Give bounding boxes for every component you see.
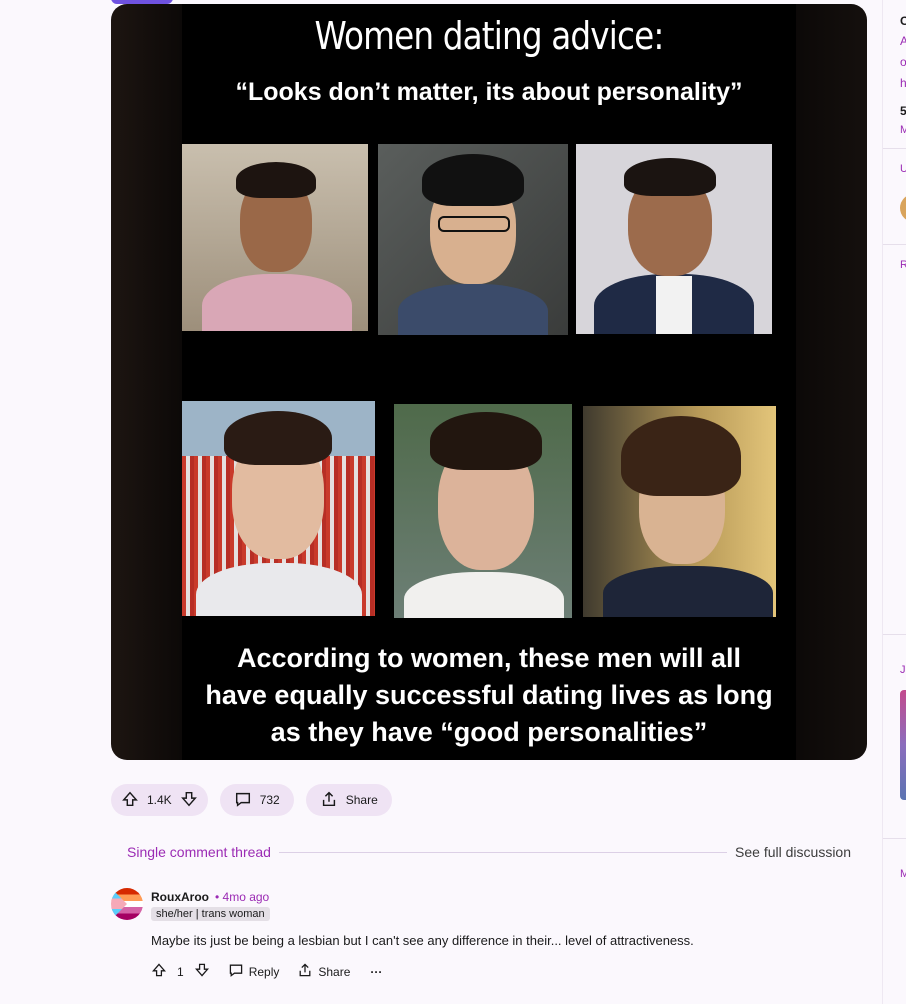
comment-thread-header: Single comment thread See full discussio… [127, 843, 851, 861]
sidebar-divider [883, 838, 906, 839]
meme-title: Women dating advice: [314, 14, 664, 58]
comment-header: RouxAroo • 4mo ago [151, 890, 269, 904]
comments-button[interactable]: 732 [219, 784, 294, 816]
sidebar-divider [883, 148, 906, 149]
avatar[interactable] [900, 194, 906, 222]
sidebar-divider [883, 634, 906, 635]
more-icon[interactable]: ··· [370, 965, 382, 979]
comment-body: Maybe its just be being a lesbian but I … [151, 933, 694, 948]
user-flair: she/her | trans woman [151, 907, 270, 921]
photo-man-5 [394, 404, 572, 618]
upvote-icon[interactable] [151, 962, 167, 981]
caption-line: as they have “good personalities” [270, 717, 708, 747]
downvote-icon[interactable] [194, 962, 210, 981]
photo-man-4 [182, 401, 375, 616]
reply-button[interactable]: Reply [228, 962, 280, 981]
share-icon [320, 790, 338, 811]
comment-score: 1 [177, 964, 184, 979]
sidebar-fragment: R [900, 259, 906, 271]
sidebar-fragment: M [900, 868, 906, 880]
right-sidebar: C A o h 5 M U R J M [882, 0, 906, 1004]
share-icon [297, 962, 313, 981]
upvote-icon[interactable] [121, 790, 139, 811]
photo-man-3 [576, 144, 772, 334]
comment-actions: 1 Reply Share ··· [151, 962, 382, 981]
sidebar-fragment: U [900, 163, 906, 175]
share-label: Share [345, 793, 378, 807]
sidebar-fragment: J [900, 664, 906, 676]
photo-man-1 [182, 144, 368, 331]
avatar[interactable] [111, 888, 143, 920]
post-action-bar: 1.4K 732 Share [111, 784, 392, 816]
comment-count: 732 [259, 793, 280, 807]
comment-time: • 4mo ago [215, 890, 270, 904]
main-content: Women dating advice: “Looks don’t matter… [0, 0, 880, 1004]
sidebar-fragment: C [900, 14, 906, 28]
meme-quote: “Looks don’t matter, its about personali… [235, 78, 743, 106]
sidebar-divider [883, 244, 906, 245]
single-thread-label: Single comment thread [127, 844, 271, 860]
sidebar-fragment: o [900, 55, 906, 69]
sidebar-fragment: A [900, 34, 906, 48]
comment-author[interactable]: RouxAroo [151, 890, 209, 904]
photo-man-2 [378, 144, 568, 335]
share-button[interactable]: Share [305, 784, 392, 816]
downvote-icon[interactable] [180, 790, 198, 811]
reply-label: Reply [248, 964, 280, 979]
comment-icon [228, 962, 244, 981]
sidebar-thumbnail[interactable] [900, 690, 906, 800]
sidebar-fragment: M [900, 124, 906, 136]
vote-pill: 1.4K [111, 784, 208, 816]
sidebar-fragment: 5 [900, 104, 906, 118]
meme-image: Women dating advice: “Looks don’t matter… [182, 4, 796, 760]
comment-icon [234, 790, 252, 811]
comment-share-button[interactable]: Share [297, 962, 350, 981]
vote-count: 1.4K [147, 793, 172, 807]
caption-line: have equally successful dating lives as … [205, 680, 773, 710]
photo-man-6 [583, 406, 776, 617]
divider [278, 851, 728, 853]
see-full-discussion-link[interactable]: See full discussion [735, 844, 851, 860]
post-image[interactable]: Women dating advice: “Looks don’t matter… [111, 4, 867, 760]
meme-caption: According to women, these men will all h… [182, 640, 796, 751]
caption-line: According to women, these men will all [236, 643, 742, 673]
comment-share-label: Share [318, 964, 351, 979]
sidebar-fragment: h [900, 76, 906, 90]
